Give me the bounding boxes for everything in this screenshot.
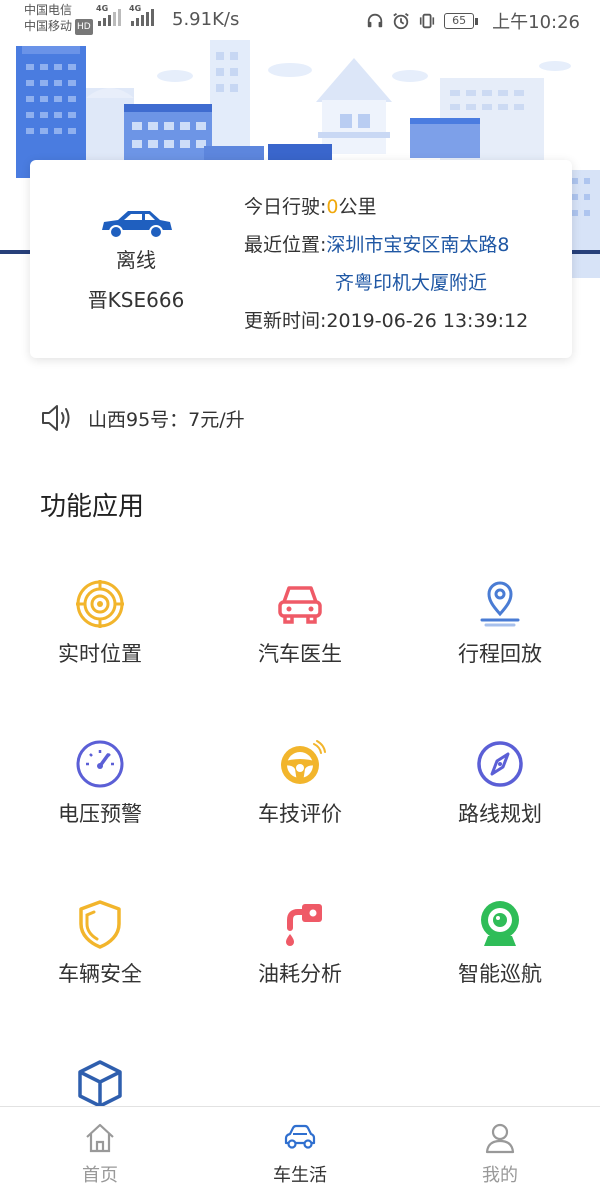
today-mileage-value: 0 xyxy=(326,196,339,218)
function-fuel-analysis[interactable]: 油耗分析 xyxy=(200,898,400,1018)
carrier-info: 中国电信 中国移动 HD xyxy=(24,2,93,35)
compass-icon xyxy=(477,741,523,787)
vehicle-status: 离线 xyxy=(116,248,156,272)
clock: 上午10:26 xyxy=(492,12,580,33)
headphones-icon xyxy=(367,13,383,28)
function-label: 车辆安全 xyxy=(58,962,142,986)
nav-label: 车生活 xyxy=(273,1165,327,1186)
hd-badge: HD xyxy=(75,19,93,35)
function-vehicle-security[interactable]: 车辆安全 xyxy=(0,898,200,1018)
location-pin-icon xyxy=(480,581,520,627)
update-time-value: 2019-06-26 13:39:12 xyxy=(326,310,529,332)
function-label: 油耗分析 xyxy=(258,962,342,986)
signal-strength-icon: 4G xyxy=(96,4,121,26)
carrier-2: 中国移动 xyxy=(24,19,73,33)
today-mileage-row: 今日行驶:0公里 xyxy=(244,188,528,226)
today-mileage-label: 今日行驶: xyxy=(244,196,327,218)
location-label: 最近位置: xyxy=(244,234,327,256)
function-label: 路线规划 xyxy=(458,802,542,826)
nav-mine[interactable]: 我的 xyxy=(400,1107,600,1200)
network-speed: 5.91K/s xyxy=(172,9,240,30)
gauge-icon xyxy=(76,740,124,788)
update-time-row: 更新时间:2019-06-26 13:39:12 xyxy=(244,302,528,340)
fuel-price-notice[interactable]: 山西95号：7元/升 xyxy=(40,402,245,434)
function-driving-evaluation[interactable]: 车技评价 xyxy=(200,738,400,858)
vehicle-card[interactable]: 离线 晋KSE666 今日行驶:0公里 最近位置:深圳市宝安区南太路8 齐粤印机… xyxy=(30,160,572,358)
nav-label: 首页 xyxy=(82,1165,118,1186)
location-row: 最近位置:深圳市宝安区南太路8 xyxy=(244,226,528,264)
alarm-icon xyxy=(393,13,409,30)
car-icon xyxy=(284,1124,316,1149)
function-label: 实时位置 xyxy=(58,642,142,666)
function-smart-cruise[interactable]: 智能巡航 xyxy=(400,898,600,1018)
vehicle-info: 今日行驶:0公里 最近位置:深圳市宝安区南太路8 齐粤印机大厦附近 更新时间:2… xyxy=(244,188,528,340)
function-trip-playback[interactable]: 行程回放 xyxy=(400,578,600,698)
status-icons: 65 上午10:26 xyxy=(366,8,580,34)
function-label: 汽车医生 xyxy=(258,642,342,666)
location-value[interactable]: 深圳市宝安区南太路8 xyxy=(326,234,509,256)
user-icon xyxy=(485,1123,515,1154)
function-route-planning[interactable]: 路线规划 xyxy=(400,738,600,858)
function-label: 智能巡航 xyxy=(458,962,542,986)
fuel-price-text: 山西95号：7元/升 xyxy=(88,408,245,431)
section-title: 功能应用 xyxy=(40,492,145,522)
home-icon xyxy=(86,1123,114,1153)
steering-wheel-icon xyxy=(281,740,326,784)
shield-icon xyxy=(79,900,121,949)
fuel-pump-icon xyxy=(286,904,322,946)
speaker-icon xyxy=(42,405,70,431)
network-type-1: 4G xyxy=(96,4,109,13)
nav-label: 我的 xyxy=(482,1165,518,1186)
function-voltage-alert[interactable]: 电压预警 xyxy=(0,738,200,858)
today-mileage-unit: 公里 xyxy=(338,196,377,218)
target-icon xyxy=(76,580,124,628)
nav-home[interactable]: 首页 xyxy=(0,1107,200,1200)
update-time-label: 更新时间: xyxy=(244,310,327,332)
cube-icon xyxy=(78,1060,122,1108)
function-label: 车技评价 xyxy=(258,802,342,826)
signal-icons: 4G 4G xyxy=(96,4,154,26)
status-bar: 中国电信 中国移动 HD 4G 4G 5.91K/s 65 上午10:26 xyxy=(0,0,600,40)
vibrate-icon xyxy=(420,13,435,29)
car-icon xyxy=(102,211,172,239)
car-doctor-icon xyxy=(278,586,322,624)
network-type-2: 4G xyxy=(129,4,142,13)
function-realtime-location[interactable]: 实时位置 xyxy=(0,578,200,698)
carrier-1: 中国电信 xyxy=(24,3,73,17)
license-plate: 晋KSE666 xyxy=(87,288,185,312)
location-value-cont[interactable]: 齐粤印机大厦附近 xyxy=(244,264,528,302)
function-label: 行程回放 xyxy=(458,642,542,666)
function-car-doctor[interactable]: 汽车医生 xyxy=(200,578,400,698)
bottom-nav: 首页 车生活 我的 xyxy=(0,1106,600,1200)
nav-car-life[interactable]: 车生活 xyxy=(200,1107,400,1200)
battery-icon: 65 xyxy=(444,13,479,29)
function-label: 电压预警 xyxy=(58,802,142,826)
battery-level: 65 xyxy=(444,13,475,29)
signal-strength-icon: 4G xyxy=(129,4,154,26)
camera-icon xyxy=(481,901,519,946)
